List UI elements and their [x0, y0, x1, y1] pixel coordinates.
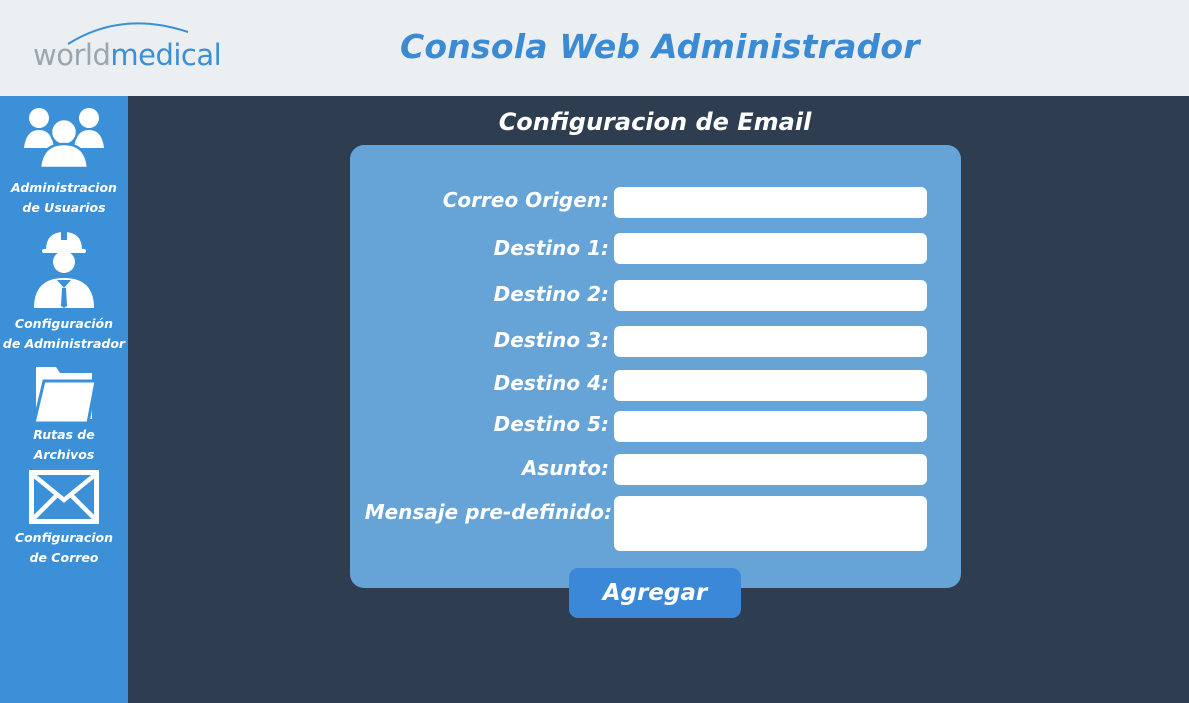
sidebar-item-label: Rutas de Archivos — [33, 427, 95, 462]
header-bar: worldmedical Consola Web Administrador — [0, 0, 1189, 96]
email-config-form: Correo Origen: Destino 1: Destino 2: Des… — [350, 145, 961, 588]
sidebar-item-label: Administracion de Usuarios — [11, 180, 117, 215]
administrator-icon — [0, 228, 128, 308]
predefined-message-field[interactable] — [614, 496, 927, 551]
destination-1-label: Destino 1: — [493, 236, 609, 260]
users-icon — [0, 104, 128, 168]
app-title: Consola Web Administrador — [400, 27, 920, 66]
sidebar-item-user-administration[interactable]: Administracion de Usuarios — [0, 102, 128, 217]
source-email-field[interactable] — [614, 187, 927, 218]
sidebar-item-label: Configuración de Administrador — [2, 316, 126, 351]
worldmedical-logo[interactable]: worldmedical — [30, 16, 222, 80]
subject-label: Asunto: — [521, 456, 609, 480]
mail-icon — [0, 470, 128, 524]
destination-3-field[interactable] — [614, 326, 927, 357]
destination-1-field[interactable] — [614, 233, 927, 264]
source-email-label: Correo Origen: — [442, 188, 609, 212]
page-title: Configuracion de Email — [498, 108, 812, 136]
destination-2-label: Destino 2: — [493, 282, 609, 306]
sidebar-item-label: Configuracion de Correo — [14, 530, 114, 565]
predefined-message-label: Mensaje pre-definido: — [364, 500, 612, 524]
sidebar: Administracion de Usuarios Configuración… — [0, 96, 128, 703]
sidebar-item-mail-config[interactable]: Configuracion de Correo — [0, 470, 128, 580]
subject-field[interactable] — [614, 454, 927, 485]
add-button[interactable]: Agregar — [569, 568, 741, 618]
destination-3-label: Destino 3: — [493, 328, 609, 352]
sidebar-item-file-paths[interactable]: Rutas de Archivos — [0, 361, 128, 471]
sidebar-item-administrator-config[interactable]: Configuración de Administrador — [0, 226, 128, 356]
destination-2-field[interactable] — [614, 280, 927, 311]
destination-5-label: Destino 5: — [493, 412, 609, 436]
destination-5-field[interactable] — [614, 411, 927, 442]
destination-4-label: Destino 4: — [493, 371, 609, 395]
logo-text-world: world — [33, 38, 111, 72]
folder-icon — [0, 363, 128, 423]
destination-4-field[interactable] — [614, 370, 927, 401]
logo-text-medical: medical — [110, 38, 222, 72]
